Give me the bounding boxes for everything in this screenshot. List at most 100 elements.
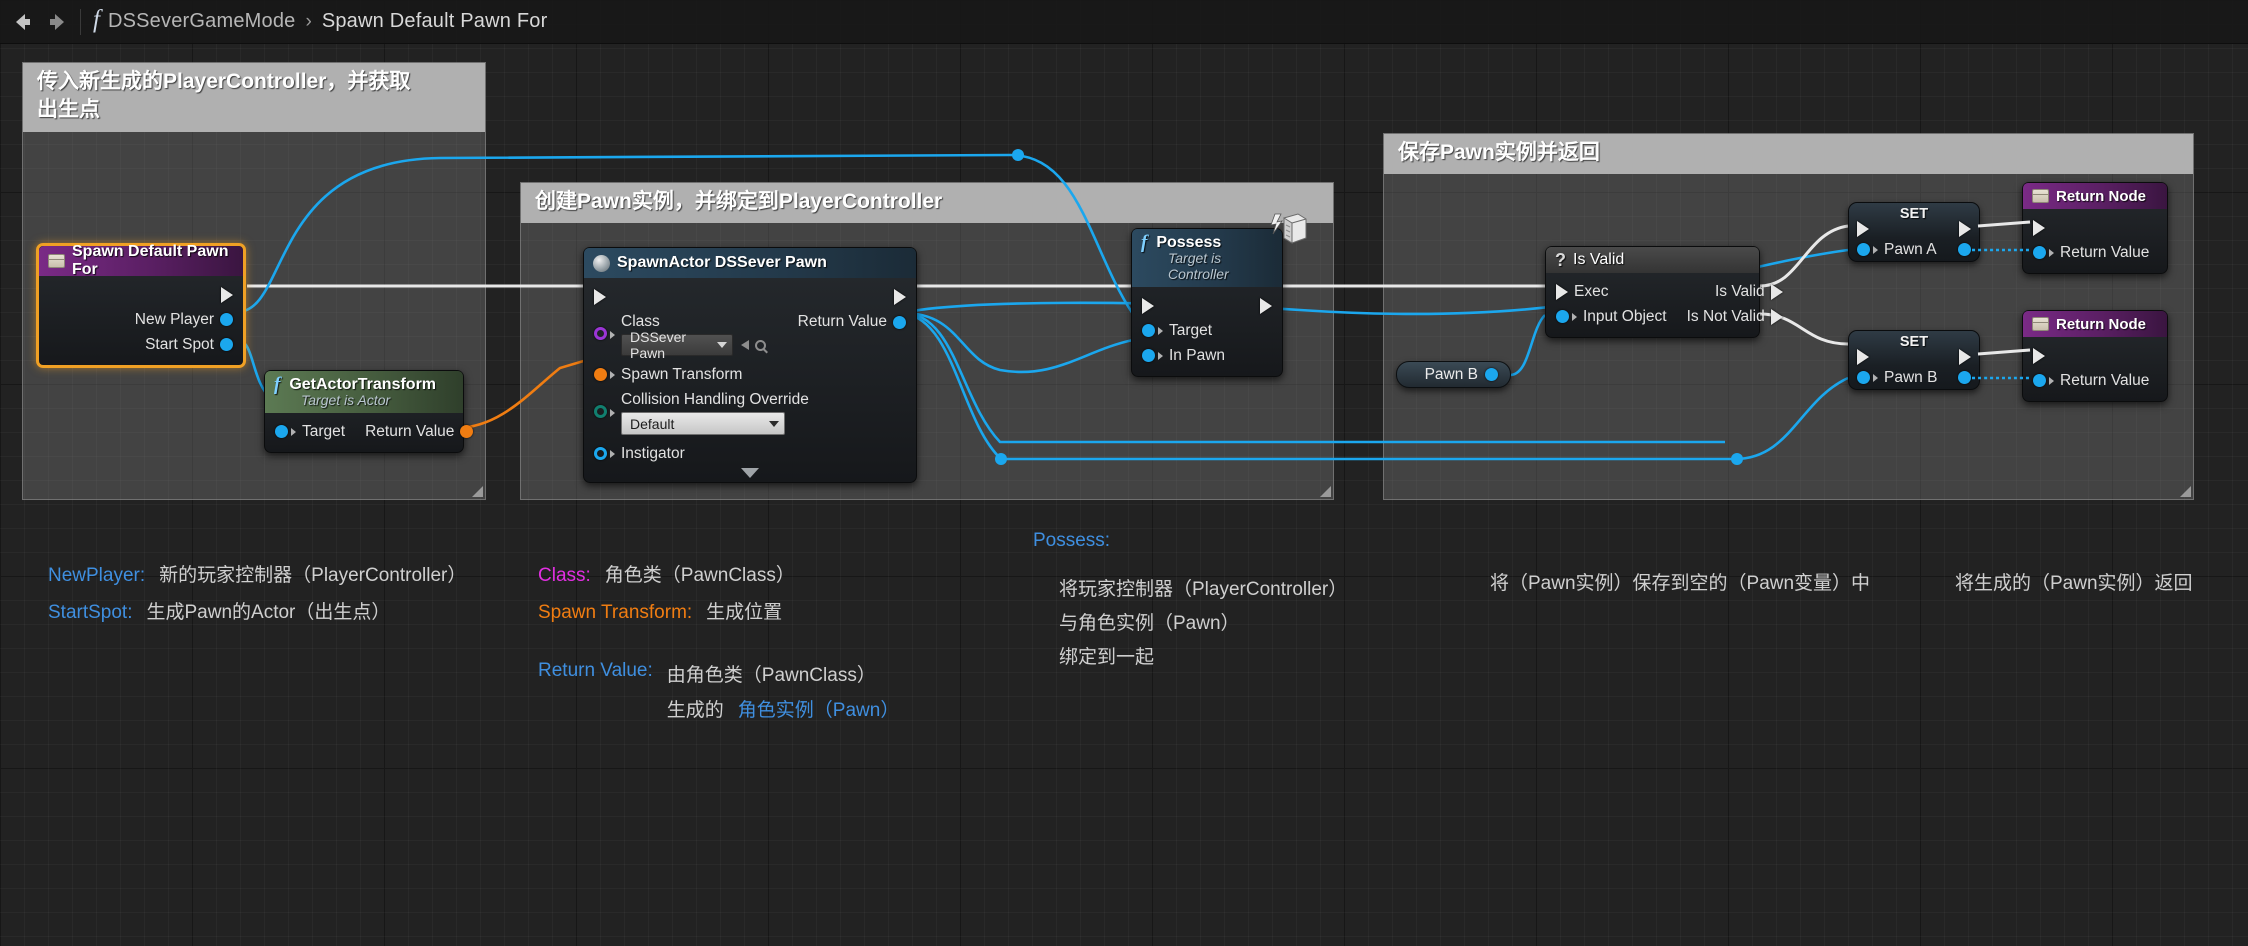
object-pin-icon (220, 338, 233, 351)
search-asset-icon[interactable] (755, 339, 766, 351)
legend-key: Return Value: (538, 660, 653, 681)
pin-exec-in[interactable] (584, 284, 616, 309)
node-header: f GetActorTransform Target is Actor (265, 371, 463, 413)
legend-value: 生成Pawn的Actor（出生点） (146, 602, 391, 623)
collision-handling-select[interactable]: Default (621, 412, 785, 435)
pin-is-not-valid-out[interactable]: Is Not Valid (1677, 304, 1793, 329)
blueprint-editor: f DSSeverGameMode › Spawn Default Pawn F… (0, 0, 2248, 946)
chevron-down-icon (769, 420, 779, 427)
pin-exec-out[interactable] (211, 282, 243, 307)
chevron-down-icon (717, 342, 727, 348)
legend-row: Class: 角色类（PawnClass） (538, 560, 795, 587)
exec-pin-icon (2033, 347, 2045, 364)
object-pin-icon (1556, 310, 1569, 323)
pin-pawn-a-out[interactable] (1948, 237, 1979, 262)
object-pin-icon[interactable] (1485, 368, 1498, 381)
pin-exec-in[interactable] (1132, 293, 1164, 318)
pin-pawn-b[interactable]: Pawn B (1849, 365, 1947, 390)
node-spawn-actor[interactable]: SpawnActor DSSever Pawn Class DSSever Pa… (583, 247, 917, 483)
legend-value-line2-plain: 生成的 (666, 700, 724, 721)
node-body: Return Value (2023, 209, 2167, 273)
exec-pin-icon (1556, 283, 1568, 300)
comment-resize-handle[interactable] (1320, 486, 1331, 497)
comment-title-input: 传入新生成的PlayerController，并获取 出生点 (23, 63, 485, 132)
node-return-b[interactable]: Return Node Return Value (2022, 310, 2168, 402)
pin-start-spot[interactable]: Start Spot (135, 332, 243, 357)
node-subtitle: Target is Actor (301, 392, 391, 408)
pin-exec-out[interactable] (884, 284, 916, 309)
node-header: Return Node (2023, 311, 2167, 337)
exec-pin-icon (1770, 308, 1783, 325)
browse-back-icon[interactable] (741, 340, 749, 350)
pin-return-value[interactable]: Return Value (2023, 240, 2167, 265)
pin-arrow-icon (610, 449, 615, 458)
pin-target[interactable]: Target (1132, 318, 1282, 343)
label-collision-handling: Collision Handling Override (621, 391, 809, 408)
legend-key: StartSpot: (48, 602, 133, 623)
enum-pin-icon[interactable] (594, 405, 607, 418)
legend-value: 角色类（PawnClass） (604, 565, 795, 586)
exec-pin-icon (1142, 297, 1154, 314)
pin-exec-out[interactable] (1250, 293, 1282, 318)
node-header: f Possess Target is Controller (1132, 229, 1282, 287)
back-arrow-icon[interactable] (6, 5, 40, 39)
pin-spawn-transform[interactable]: Spawn Transform (584, 362, 916, 387)
variable-box-icon (48, 254, 65, 268)
legend-key: Spawn Transform: (538, 602, 693, 623)
node-title: Return Node (2056, 187, 2146, 205)
class-pin-icon[interactable] (594, 327, 607, 340)
pin-in-pawn[interactable]: In Pawn (1132, 343, 1282, 368)
forward-arrow-icon[interactable] (40, 5, 74, 39)
legend-value: 生成位置 (706, 602, 783, 623)
breadcrumb-root[interactable]: DSSeverGameMode (106, 10, 298, 33)
legend-return-note: 将生成的（Pawn实例）返回 (1955, 573, 2193, 594)
function-fx-icon: f (93, 6, 100, 33)
comment-resize-handle[interactable] (472, 486, 483, 497)
pin-is-valid-out[interactable]: Is Valid (1705, 279, 1793, 304)
question-mark-icon: ? (1555, 249, 1566, 270)
pin-arrow-icon (1572, 312, 1577, 321)
node-header: Spawn Default Pawn For (39, 243, 243, 278)
chevron-down-icon[interactable] (741, 468, 759, 478)
pin-new-player[interactable]: New Player (125, 307, 243, 332)
exec-pin-icon (1959, 220, 1971, 237)
pin-exec-in[interactable] (2023, 343, 2167, 368)
pin-target[interactable]: Target (265, 419, 355, 444)
pin-pawn-b-out[interactable] (1948, 365, 1979, 390)
pin-arrow-icon (1158, 351, 1163, 360)
pin-arrow-icon (2049, 376, 2054, 385)
node-set-pawn-a[interactable]: SET Pawn A (1848, 202, 1980, 262)
exec-pin-icon (221, 286, 233, 303)
node-return-a[interactable]: Return Node Return Value (2022, 182, 2168, 274)
node-is-valid[interactable]: ? Is Valid Exec Input Object Is Valid Is… (1545, 246, 1783, 338)
collision-handling-value: Default (630, 415, 675, 432)
node-body: Target Return Value (265, 413, 474, 452)
node-set-pawn-b[interactable]: SET Pawn B (1848, 330, 1980, 390)
node-spawn-default-pawn-for[interactable]: Spawn Default Pawn For New Player Start … (36, 243, 246, 368)
node-pawn-b-getter[interactable]: Pawn B (1396, 361, 1511, 388)
breadcrumb-toolbar: f DSSeverGameMode › Spawn Default Pawn F… (0, 0, 2248, 44)
object-pin-icon (1958, 243, 1971, 256)
pin-return-value[interactable]: Return Value (355, 419, 483, 444)
pin-arrow-icon (610, 370, 615, 379)
pin-arrow-icon (1873, 245, 1878, 254)
legend-key: NewPlayer: (48, 565, 146, 586)
pin-instigator[interactable]: Instigator (584, 441, 916, 466)
node-possess[interactable]: f Possess Target is Controller Target In… (1131, 228, 1283, 377)
legend-column-1: NewPlayer: 新的玩家控制器（PlayerController） Sta… (48, 560, 466, 624)
pin-input-object[interactable]: Input Object (1546, 304, 1677, 329)
comment-title-spawn: 创建Pawn实例，并绑定到PlayerController (521, 183, 1333, 224)
comment-resize-handle[interactable] (2180, 486, 2191, 497)
pin-exec-in[interactable]: Exec (1546, 279, 1677, 304)
object-pin-icon[interactable] (893, 315, 906, 329)
node-get-actor-transform[interactable]: f GetActorTransform Target is Actor Targ… (264, 370, 474, 453)
object-pin-icon (1857, 243, 1870, 256)
pin-return-value[interactable]: Return Value (2023, 368, 2167, 393)
legend-value-line: 与角色实例（Pawn） (1059, 613, 1240, 634)
pin-exec-in[interactable] (2023, 215, 2167, 240)
node-title: SpawnActor DSSever Pawn (617, 254, 827, 271)
class-select[interactable]: DSSever Pawn (621, 329, 733, 361)
legend-column-2: Class: 角色类（PawnClass） Spawn Transform: 生… (538, 560, 795, 624)
pin-pawn-a[interactable]: Pawn A (1849, 237, 1947, 262)
breadcrumb-current[interactable]: Spawn Default Pawn For (320, 10, 550, 33)
